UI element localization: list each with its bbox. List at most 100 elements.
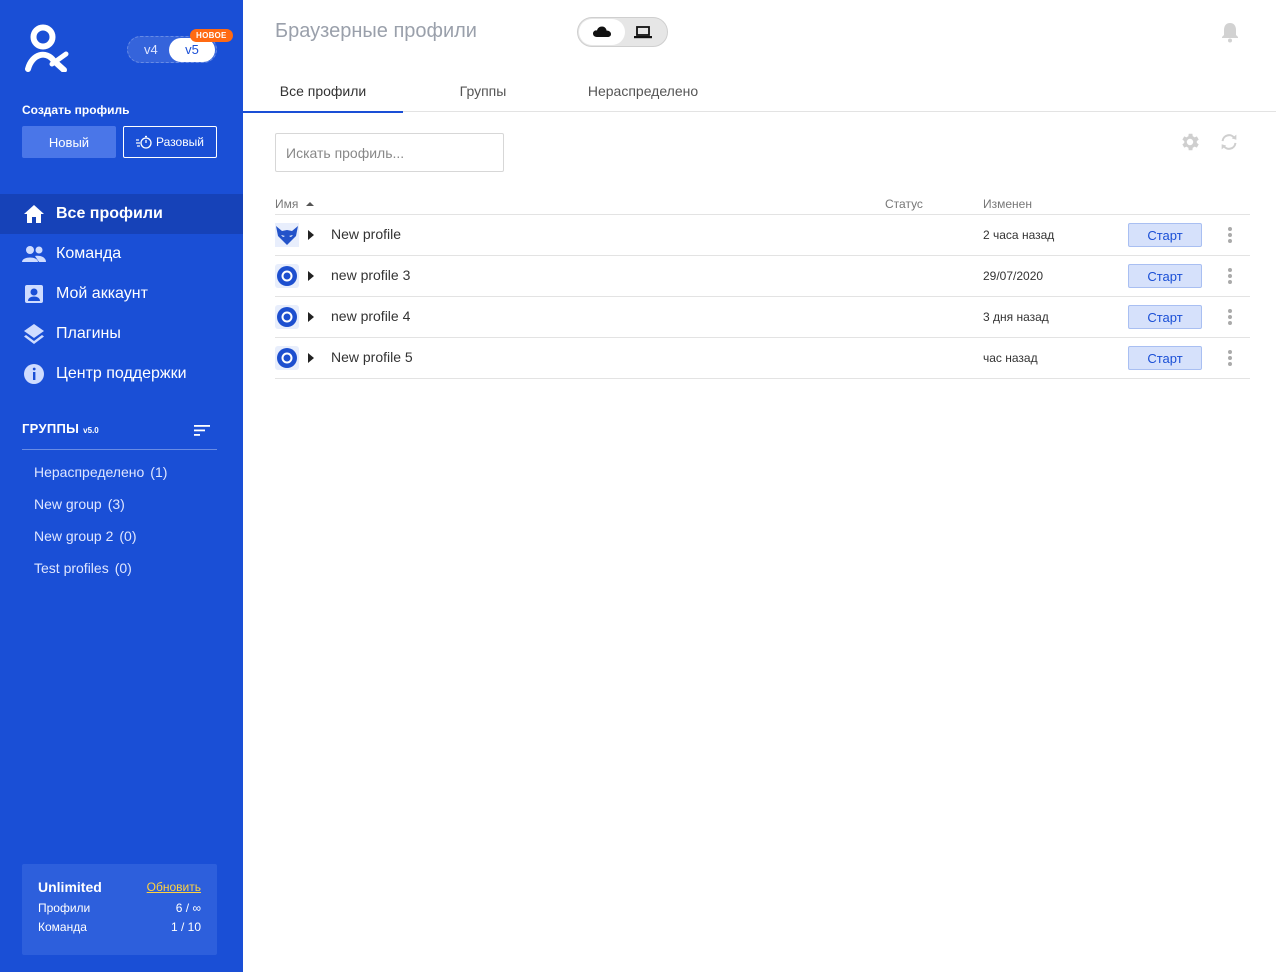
tab-label: Нераспределено bbox=[587, 83, 699, 99]
info-icon bbox=[22, 362, 46, 386]
nav-item-my-account[interactable]: Мой аккаунт bbox=[0, 274, 243, 314]
nav-item-support[interactable]: Центр поддержки bbox=[0, 354, 243, 394]
version-v4[interactable]: v4 bbox=[144, 42, 158, 57]
tab-unassigned[interactable]: Нераспределено bbox=[563, 70, 723, 112]
main-nav: Все профили Команда Мой аккаунт Плагины bbox=[0, 194, 243, 394]
more-options-icon[interactable] bbox=[1221, 308, 1239, 326]
more-options-icon[interactable] bbox=[1221, 226, 1239, 244]
sort-icon[interactable] bbox=[193, 422, 211, 438]
new-badge: НОВОЕ bbox=[190, 29, 233, 42]
profiles-table: Имя Статус Изменен New profile 2 часа на… bbox=[275, 193, 1250, 379]
table-row[interactable]: New profile 2 часа назад Старт bbox=[275, 215, 1250, 256]
table-header: Имя Статус Изменен bbox=[275, 193, 1250, 215]
team-icon bbox=[22, 242, 46, 266]
group-name: Нераспределено bbox=[34, 464, 145, 480]
start-button[interactable]: Старт bbox=[1128, 264, 1202, 288]
nav-label: Мой аккаунт bbox=[56, 285, 148, 302]
profile-name[interactable]: new profile 4 bbox=[331, 308, 410, 324]
profile-name[interactable]: New profile 5 bbox=[331, 349, 413, 365]
groups-header: ГРУППЫ v5.0 bbox=[22, 420, 217, 450]
one-time-profile-button[interactable]: Разовый bbox=[123, 126, 217, 158]
profile-name[interactable]: new profile 3 bbox=[331, 267, 410, 283]
refresh-icon[interactable] bbox=[1218, 131, 1240, 153]
home-icon bbox=[22, 202, 46, 226]
laptop-icon[interactable] bbox=[623, 19, 663, 45]
profile-changed: 3 дня назад bbox=[983, 310, 1049, 324]
orbita-browser-icon bbox=[275, 305, 299, 329]
start-button[interactable]: Старт bbox=[1128, 346, 1202, 370]
column-changed[interactable]: Изменен bbox=[983, 197, 1032, 211]
profile-changed: 29/07/2020 bbox=[983, 269, 1044, 283]
group-item[interactable]: New group (3) bbox=[34, 488, 167, 520]
group-list: Нераспределено (1) New group (3) New group… bbox=[34, 456, 167, 584]
account-icon bbox=[22, 282, 46, 306]
nav-label: Плагины bbox=[56, 325, 121, 342]
group-item[interactable]: Test profiles (0) bbox=[34, 552, 167, 584]
create-profile-label: Создать профиль bbox=[22, 103, 130, 117]
tab-active-indicator bbox=[243, 111, 403, 113]
expand-caret-icon[interactable] bbox=[308, 271, 314, 281]
cloud-icon[interactable] bbox=[579, 19, 625, 45]
group-count: (0) bbox=[114, 560, 132, 576]
nav-item-team[interactable]: Команда bbox=[0, 234, 243, 274]
column-name-label: Имя bbox=[275, 197, 299, 211]
sidebar: v4 v5 НОВОЕ Создать профиль Новый Разовы… bbox=[0, 0, 243, 972]
tab-all-profiles[interactable]: Все профили bbox=[243, 70, 403, 113]
profile-name[interactable]: New profile bbox=[331, 226, 401, 242]
timer-icon bbox=[136, 135, 152, 149]
tab-bar: Все профили Группы Нераспределено bbox=[243, 70, 1276, 113]
plan-team-label: Команда bbox=[38, 920, 87, 934]
group-name: Test profiles bbox=[34, 560, 109, 576]
main-content: Браузерные профили Все профили Группы Не… bbox=[243, 0, 1276, 972]
gear-icon[interactable] bbox=[1179, 131, 1201, 153]
more-options-icon[interactable] bbox=[1221, 349, 1239, 367]
nav-item-plugins[interactable]: Плагины bbox=[0, 314, 243, 354]
group-count: (3) bbox=[107, 496, 125, 512]
nav-label: Центр поддержки bbox=[56, 365, 187, 382]
page-title: Браузерные профили bbox=[275, 20, 477, 42]
group-item[interactable]: Нераспределено (1) bbox=[34, 456, 167, 488]
start-button[interactable]: Старт bbox=[1128, 305, 1202, 329]
layers-icon bbox=[22, 322, 46, 346]
group-item[interactable]: New group 2 (0) bbox=[34, 520, 167, 552]
expand-caret-icon[interactable] bbox=[308, 312, 314, 322]
table-row[interactable]: new profile 4 3 дня назад Старт bbox=[275, 297, 1250, 338]
group-name: New group 2 bbox=[34, 528, 114, 544]
storage-mode-toggle[interactable] bbox=[577, 17, 668, 47]
profile-changed: 2 часа назад bbox=[983, 228, 1055, 242]
tab-label: Все профили bbox=[279, 83, 367, 99]
group-count: (0) bbox=[119, 528, 137, 544]
table-row[interactable]: New profile 5 час назад Старт bbox=[275, 338, 1250, 379]
column-status[interactable]: Статус bbox=[885, 197, 923, 211]
upgrade-link[interactable]: Обновить bbox=[147, 880, 201, 894]
tab-groups[interactable]: Группы bbox=[403, 70, 563, 112]
search-input[interactable] bbox=[275, 133, 504, 172]
nav-label: Все профили bbox=[56, 205, 163, 222]
plan-profiles-label: Профили bbox=[38, 901, 91, 915]
fox-browser-icon bbox=[275, 223, 299, 247]
nav-label: Команда bbox=[56, 245, 122, 262]
logo-icon[interactable] bbox=[22, 24, 70, 72]
more-options-icon[interactable] bbox=[1221, 267, 1239, 285]
start-button[interactable]: Старт bbox=[1128, 223, 1202, 247]
column-name[interactable]: Имя bbox=[275, 197, 315, 211]
plan-profiles-value: 6 / ∞ bbox=[175, 901, 201, 915]
expand-caret-icon[interactable] bbox=[308, 230, 314, 240]
sort-asc-icon bbox=[305, 202, 314, 206]
nav-item-all-profiles[interactable]: Все профили bbox=[0, 194, 243, 234]
plan-name: Unlimited bbox=[38, 879, 102, 895]
orbita-browser-icon bbox=[275, 346, 299, 370]
bell-icon[interactable] bbox=[1218, 20, 1242, 44]
groups-version: v5.0 bbox=[83, 426, 99, 435]
group-name: New group bbox=[34, 496, 102, 512]
profile-changed: час назад bbox=[983, 351, 1038, 365]
app-window: v4 v5 НОВОЕ Создать профиль Новый Разовы… bbox=[0, 0, 1276, 972]
one-time-label: Разовый bbox=[156, 135, 204, 149]
table-row[interactable]: new profile 3 29/07/2020 Старт bbox=[275, 256, 1250, 297]
plan-card: Unlimited Обновить Профили 6 / ∞ Команда… bbox=[22, 864, 217, 955]
expand-caret-icon[interactable] bbox=[308, 353, 314, 363]
groups-title: ГРУППЫ bbox=[22, 421, 80, 436]
new-profile-button[interactable]: Новый bbox=[22, 126, 116, 158]
plan-team-value: 1 / 10 bbox=[170, 920, 201, 934]
group-count: (1) bbox=[150, 464, 168, 480]
